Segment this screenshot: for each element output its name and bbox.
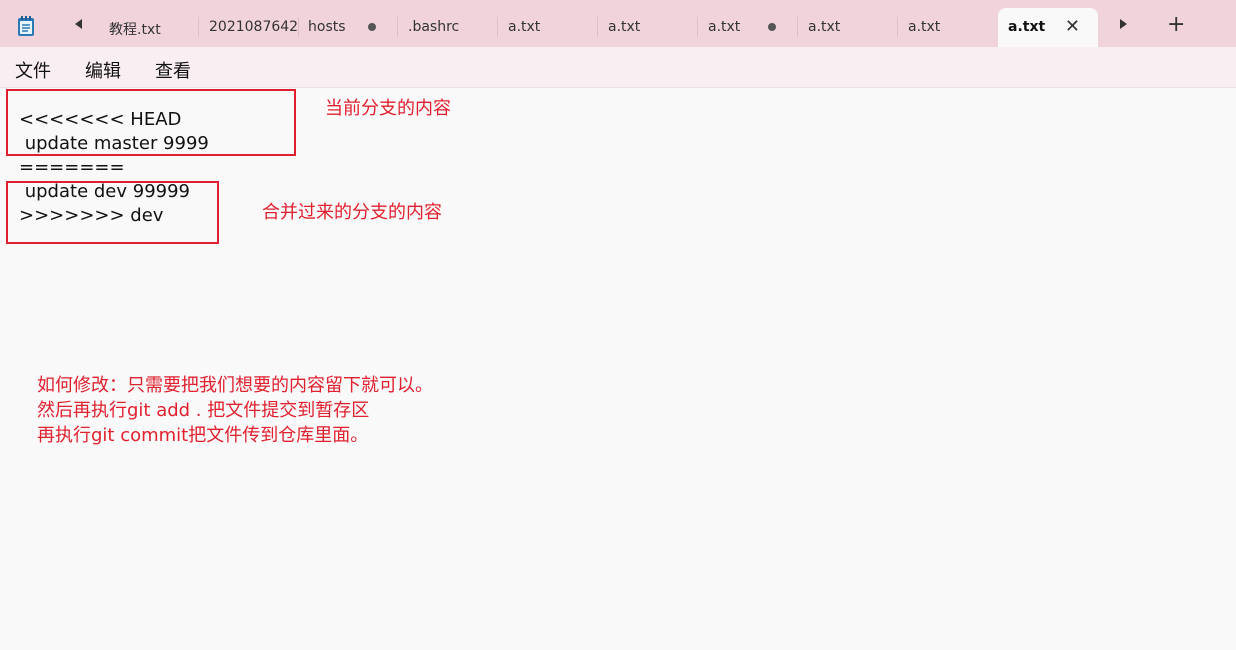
tab-file[interactable]: 2021087642211 <box>199 8 299 47</box>
notepad-icon[interactable] <box>16 15 36 37</box>
tab-file-active[interactable]: a.txt ✕ <box>998 8 1098 47</box>
tab-label: hosts <box>308 19 346 35</box>
annotation-instruction: 如何修改：只需要把我们想要的内容留下就可以。 <box>37 375 433 396</box>
menu-bar: 文件 编辑 查看 <box>0 47 1236 88</box>
tab-file[interactable]: a.txt <box>698 8 798 47</box>
tab-label: .bashrc <box>408 19 460 35</box>
tab-file[interactable]: hosts <box>298 8 398 47</box>
tab-file[interactable]: a.txt <box>498 8 598 47</box>
tab-label: a.txt <box>808 19 841 35</box>
tab-file[interactable]: a.txt <box>798 8 898 47</box>
close-icon[interactable]: ✕ <box>1065 18 1080 36</box>
plus-icon[interactable]: + <box>1167 14 1185 36</box>
tab-file[interactable]: a.txt <box>898 8 998 47</box>
menu-file[interactable]: 文件 <box>15 57 51 83</box>
tab-label: a.txt <box>608 19 641 35</box>
unsaved-dot-icon <box>768 23 776 31</box>
menu-view[interactable]: 查看 <box>155 57 191 83</box>
tab-file[interactable]: 教程.txt <box>99 8 199 47</box>
annotation-current-branch: 当前分支的内容 <box>325 98 451 119</box>
highlight-box-current <box>6 89 296 156</box>
highlight-box-merged <box>6 181 219 244</box>
tab-label: a.txt <box>908 19 941 35</box>
tab-file[interactable]: .bashrc <box>398 8 498 47</box>
tab-label: a.txt <box>508 19 541 35</box>
unsaved-dot-icon <box>368 23 376 31</box>
annotation-instruction: 然后再执行git add . 把文件提交到暂存区 <box>37 400 370 421</box>
annotation-instruction: 再执行git commit把文件传到仓库里面。 <box>37 425 369 446</box>
tab-label: a.txt <box>708 19 741 35</box>
chevron-right-icon[interactable] <box>1120 19 1127 29</box>
editor-line: ======= <box>19 157 125 178</box>
tab-file[interactable]: a.txt <box>598 8 698 47</box>
tab-label: a.txt <box>1008 19 1046 35</box>
menu-edit[interactable]: 编辑 <box>85 57 121 83</box>
chevron-left-icon[interactable] <box>75 19 82 29</box>
annotation-merged-branch: 合并过来的分支的内容 <box>262 202 442 223</box>
tab-label: 教程.txt <box>109 22 161 38</box>
tab-label: 2021087642211 <box>209 19 299 35</box>
tab-bar: 教程.txt 2021087642211 hosts .bashrc a.txt… <box>0 0 1236 47</box>
